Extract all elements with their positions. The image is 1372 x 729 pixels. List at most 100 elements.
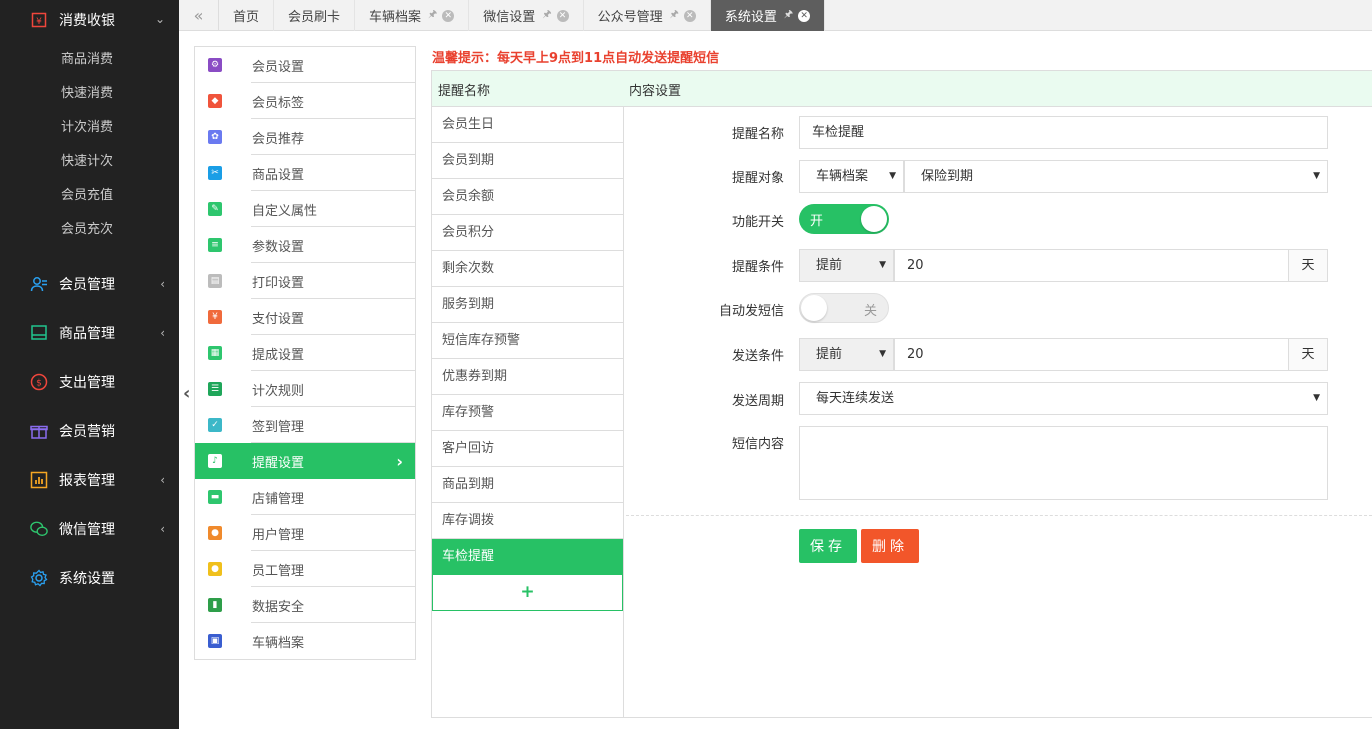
close-icon[interactable]: ✕ <box>442 9 455 22</box>
tab-label: 会员刷卡 <box>288 10 341 25</box>
nav-group-item[interactable]: 微信管理 ‹ <box>0 504 179 553</box>
settings-item-icon: ♪ <box>208 454 222 468</box>
pin-icon[interactable]: 🖈 <box>428 7 437 24</box>
save-button[interactable]: 保存 <box>799 529 857 563</box>
reminder-list-item[interactable]: 客户回访 <box>432 431 623 467</box>
reminder-list-item[interactable]: 短信库存预警 <box>432 323 623 359</box>
sms-content-textarea[interactable] <box>799 426 1328 500</box>
settings-item-icon: ¥ <box>208 310 222 324</box>
settings-item-icon: ✓ <box>208 418 222 432</box>
reminder-list-item[interactable]: 会员到期 <box>432 143 623 179</box>
tab-label: 车辆档案 <box>369 10 422 25</box>
settings-menu-item[interactable]: ☰ 计次规则 <box>195 371 415 407</box>
delete-button[interactable]: 删除 <box>861 529 919 563</box>
settings-menu-item[interactable]: ✓ 签到管理 <box>195 407 415 443</box>
nav-group-list: 会员管理 ‹ 商品管理 ‹ $ 支出管理 会员营销 报表管理 ‹ 微信管理 ‹ 系… <box>0 259 179 602</box>
tab-scroll-left-button[interactable]: « <box>179 0 219 31</box>
settings-item-label: 提成设置 <box>252 347 305 363</box>
function-switch-toggle[interactable]: 开 <box>799 204 889 234</box>
nav-group-label: 消费收银 <box>59 13 115 29</box>
tab-item[interactable]: 微信设置 🖈 ✕ <box>469 0 584 31</box>
settings-menu-item[interactable]: ◆ 会员标签 <box>195 83 415 119</box>
settings-item-icon: ✿ <box>208 130 222 144</box>
tab-item[interactable]: 系统设置 🖈 ✕ <box>710 0 826 31</box>
close-icon[interactable]: ✕ <box>798 9 811 22</box>
settings-item-icon: ▬ <box>208 490 222 504</box>
nav-sub-item[interactable]: 快速消费 <box>0 77 179 111</box>
reminder-list-item[interactable]: 商品到期 <box>432 467 623 503</box>
add-reminder-button[interactable]: + <box>432 575 623 611</box>
close-icon[interactable]: ✕ <box>556 9 569 22</box>
reminder-list-item[interactable]: 服务到期 <box>432 287 623 323</box>
settings-menu-item[interactable]: ✎ 自定义属性 <box>195 191 415 227</box>
settings-menu-item[interactable]: ● 员工管理 <box>195 551 415 587</box>
reminder-list-item[interactable]: 剩余次数 <box>432 251 623 287</box>
form-divider <box>626 515 1372 516</box>
nav-group-item[interactable]: 商品管理 ‹ <box>0 308 179 357</box>
reminder-list-item[interactable]: 库存调拨 <box>432 503 623 539</box>
select-value: 车辆档案 <box>816 169 869 184</box>
tab-item[interactable]: 公众号管理 🖈 ✕ <box>584 0 711 31</box>
nav-group-item[interactable]: 会员管理 ‹ <box>0 259 179 308</box>
settings-item-label: 会员标签 <box>252 95 305 111</box>
settings-item-label: 打印设置 <box>252 275 305 291</box>
reminder-target-type-select[interactable]: 车辆档案 ▼ <box>799 160 904 193</box>
settings-menu-item[interactable]: ♪ 提醒设置 › <box>195 443 415 479</box>
settings-menu-item[interactable]: ¥ 支付设置 <box>195 299 415 335</box>
settings-menu-item[interactable]: ▤ 打印设置 <box>195 263 415 299</box>
collapse-sidebar-icon[interactable]: ‹ <box>183 383 190 404</box>
report-icon <box>30 471 48 489</box>
settings-item-label: 会员推荐 <box>252 131 305 147</box>
reminder-name-label: 提醒名称 <box>731 127 784 142</box>
send-condition-label: 发送条件 <box>731 349 784 364</box>
member-icon <box>30 275 48 293</box>
settings-menu-item[interactable]: ▣ 车辆档案 <box>195 623 415 659</box>
auto-sms-toggle[interactable]: 关 <box>799 293 889 323</box>
reminder-list-item[interactable]: 库存预警 <box>432 395 623 431</box>
tab-item[interactable]: 车辆档案 🖈 ✕ <box>355 0 470 31</box>
send-cycle-select[interactable]: 每天连续发送 ▼ <box>799 382 1328 415</box>
reminder-name-input[interactable]: 车检提醒 <box>799 116 1328 149</box>
settings-item-icon: ● <box>208 526 222 540</box>
settings-menu-item[interactable]: ▬ 店铺管理 <box>195 479 415 515</box>
reminder-list-item[interactable]: 会员生日 <box>432 107 623 143</box>
tab-bar: « 首页 会员刷卡 车辆档案 🖈 ✕ 微信设置 🖈 ✕ 公众号管理 🖈 ✕ 系统设置 🖈 ✕ <box>179 0 1372 31</box>
caret-down-icon: ▼ <box>879 349 886 359</box>
send-condition-mode-select[interactable]: 提前 ▼ <box>799 338 894 371</box>
settings-menu-item[interactable]: ● 用户管理 <box>195 515 415 551</box>
nav-sub-item[interactable]: 快速计次 <box>0 145 179 179</box>
reminder-list-item[interactable]: 优惠券到期 <box>432 359 623 395</box>
tab-item[interactable]: 首页 <box>219 0 275 31</box>
reminder-list-item[interactable]: 会员积分 <box>432 215 623 251</box>
nav-sub-item[interactable]: 会员充值 <box>0 179 179 213</box>
pin-icon[interactable]: 🖈 <box>542 7 551 24</box>
nav-group-cashier[interactable]: ¥ 消费收银 ⌄ <box>0 0 179 38</box>
settings-menu-item[interactable]: ≡ 参数设置 <box>195 227 415 263</box>
nav-group-item[interactable]: $ 支出管理 <box>0 357 179 406</box>
reminder-target-field-select[interactable]: 保险到期 ▼ <box>904 160 1328 193</box>
reminder-condition-days-input[interactable]: 20 <box>894 249 1289 282</box>
reminder-list-item[interactable]: 车检提醒 <box>432 539 623 575</box>
nav-group-item[interactable]: 系统设置 <box>0 553 179 602</box>
nav-sub-item[interactable]: 计次消费 <box>0 111 179 145</box>
settings-menu-item[interactable]: ✿ 会员推荐 <box>195 119 415 155</box>
nav-sub-item[interactable]: 会员充次 <box>0 213 179 247</box>
settings-item-label: 会员设置 <box>252 59 305 75</box>
settings-menu-item[interactable]: ⚙ 会员设置 <box>195 47 415 83</box>
send-condition-days-input[interactable]: 20 <box>894 338 1289 371</box>
settings-menu-item[interactable]: ▦ 提成设置 <box>195 335 415 371</box>
pin-icon[interactable]: 🖈 <box>784 7 793 24</box>
caret-down-icon: ▼ <box>1313 171 1320 181</box>
tab-item[interactable]: 会员刷卡 <box>274 0 356 31</box>
pin-icon[interactable]: 🖈 <box>670 7 679 24</box>
settings-menu-item[interactable]: ▮ 数据安全 <box>195 587 415 623</box>
toggle-knob <box>861 206 887 232</box>
nav-group-item[interactable]: 会员营销 <box>0 406 179 455</box>
nav-sub-item[interactable]: 商品消费 <box>0 43 179 77</box>
reminder-list-item[interactable]: 会员余额 <box>432 179 623 215</box>
nav-group-item[interactable]: 报表管理 ‹ <box>0 455 179 504</box>
toggle-knob <box>801 295 827 321</box>
settings-menu-item[interactable]: ✂ 商品设置 <box>195 155 415 191</box>
close-icon[interactable]: ✕ <box>683 9 696 22</box>
reminder-condition-mode-select[interactable]: 提前 ▼ <box>799 249 894 282</box>
